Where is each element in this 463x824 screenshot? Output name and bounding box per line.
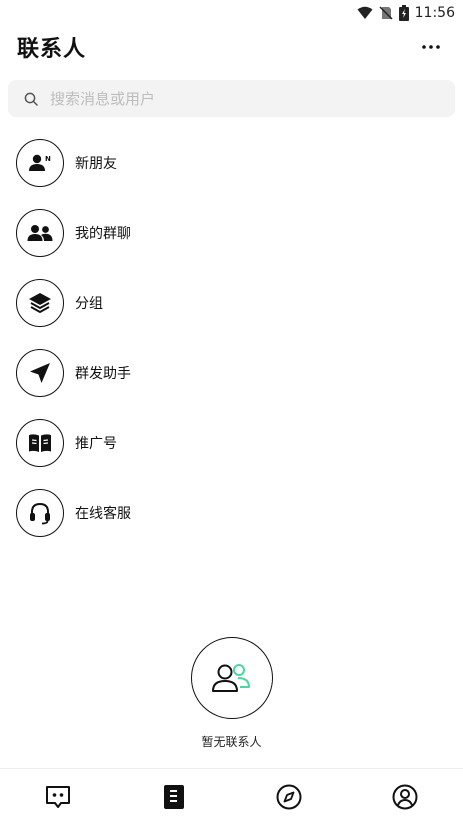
no-sim-icon bbox=[379, 6, 393, 20]
empty-state-text: 暂无联系人 bbox=[201, 735, 262, 749]
header: 联系人 bbox=[17, 30, 446, 64]
empty-state: 暂无联系人 bbox=[0, 637, 463, 750]
menu-item-promotion-account[interactable]: 推广号 bbox=[16, 408, 447, 478]
menu-item-label: 新朋友 bbox=[75, 156, 117, 172]
contact-menu-list: N 新朋友 我的群聊 分组 群发助手 推广号 在线客服 bbox=[16, 128, 447, 548]
headset-icon bbox=[16, 489, 64, 537]
svg-text:N: N bbox=[45, 155, 51, 163]
contacts-icon bbox=[163, 784, 184, 809]
more-button[interactable] bbox=[416, 32, 446, 62]
chat-icon bbox=[45, 785, 70, 808]
nav-discover[interactable] bbox=[259, 772, 319, 822]
group-chat-icon bbox=[16, 209, 64, 257]
battery-icon bbox=[398, 5, 409, 21]
menu-item-new-friends[interactable]: N 新朋友 bbox=[16, 128, 447, 198]
contacts-empty-icon bbox=[190, 637, 273, 719]
new-friend-icon: N bbox=[16, 139, 64, 187]
nav-profile[interactable] bbox=[375, 772, 435, 822]
bottom-nav bbox=[0, 768, 463, 824]
search-bar[interactable] bbox=[8, 80, 455, 117]
menu-item-label: 在线客服 bbox=[75, 506, 131, 522]
menu-item-my-groups[interactable]: 我的群聊 bbox=[16, 198, 447, 268]
book-icon bbox=[16, 419, 64, 467]
nav-messages[interactable] bbox=[28, 772, 88, 822]
compass-icon bbox=[276, 784, 302, 809]
menu-item-label: 分组 bbox=[75, 296, 103, 312]
layers-icon bbox=[16, 279, 64, 327]
status-bar: 11:56 bbox=[0, 0, 463, 26]
menu-item-online-support[interactable]: 在线客服 bbox=[16, 478, 447, 548]
menu-item-groups[interactable]: 分组 bbox=[16, 268, 447, 338]
page-title: 联系人 bbox=[17, 37, 87, 62]
menu-item-label: 推广号 bbox=[75, 436, 117, 452]
profile-icon bbox=[392, 784, 418, 809]
search-icon bbox=[24, 92, 38, 106]
menu-item-label: 群发助手 bbox=[75, 366, 131, 382]
more-icon bbox=[422, 45, 440, 49]
send-icon bbox=[16, 349, 64, 397]
menu-item-label: 我的群聊 bbox=[75, 226, 131, 242]
menu-item-broadcast-assistant[interactable]: 群发助手 bbox=[16, 338, 447, 408]
search-input[interactable] bbox=[48, 88, 412, 109]
status-time: 11:56 bbox=[414, 5, 455, 21]
wifi-icon bbox=[357, 6, 373, 19]
nav-contacts[interactable] bbox=[144, 772, 204, 822]
